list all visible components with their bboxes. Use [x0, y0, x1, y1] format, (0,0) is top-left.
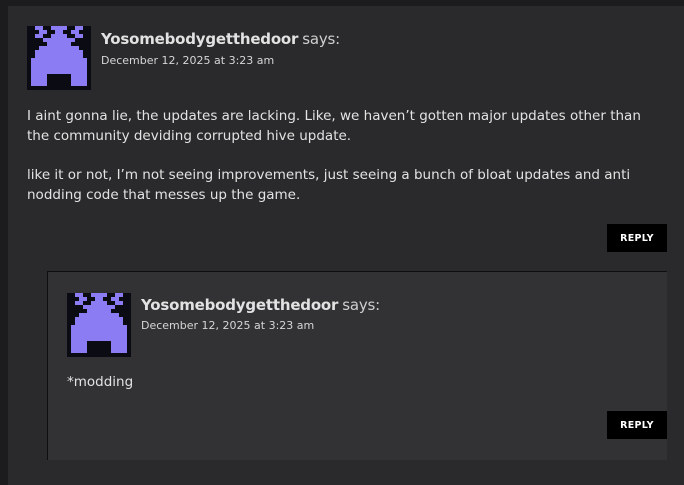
author-name[interactable]: Yosomebodygetthedoor: [141, 296, 338, 314]
comment-author: Yosomebodygetthedoor says:: [101, 30, 340, 48]
avatar-icon[interactable]: [27, 26, 91, 90]
reply-date-link[interactable]: December 12, 2025 at 3:23 am: [141, 319, 314, 332]
reply-button[interactable]: REPLY: [607, 224, 667, 252]
author-name[interactable]: Yosomebodygetthedoor: [101, 30, 298, 48]
pixel-invader-avatar-icon: [67, 293, 131, 357]
nested-reply-comment: Yosomebodygetthedoor says: December 12, 2…: [47, 271, 667, 460]
pixel-invader-avatar-icon: [27, 26, 91, 90]
comment-paragraph: like it or not, I’m not seeing improveme…: [27, 167, 631, 203]
avatar-icon[interactable]: [67, 293, 131, 357]
comment-paragraph: I aint gonna lie, the updates are lackin…: [27, 108, 641, 144]
page: Yosomebodygetthedoor says: December 12, 2…: [0, 0, 684, 485]
comment-date-link[interactable]: December 12, 2025 at 3:23 am: [101, 54, 274, 67]
reply-button[interactable]: REPLY: [607, 411, 667, 439]
says-label: says:: [302, 30, 340, 48]
reply-author: Yosomebodygetthedoor says:: [141, 296, 380, 314]
says-label: says:: [342, 296, 380, 314]
reply-paragraph: *modding: [67, 374, 134, 390]
